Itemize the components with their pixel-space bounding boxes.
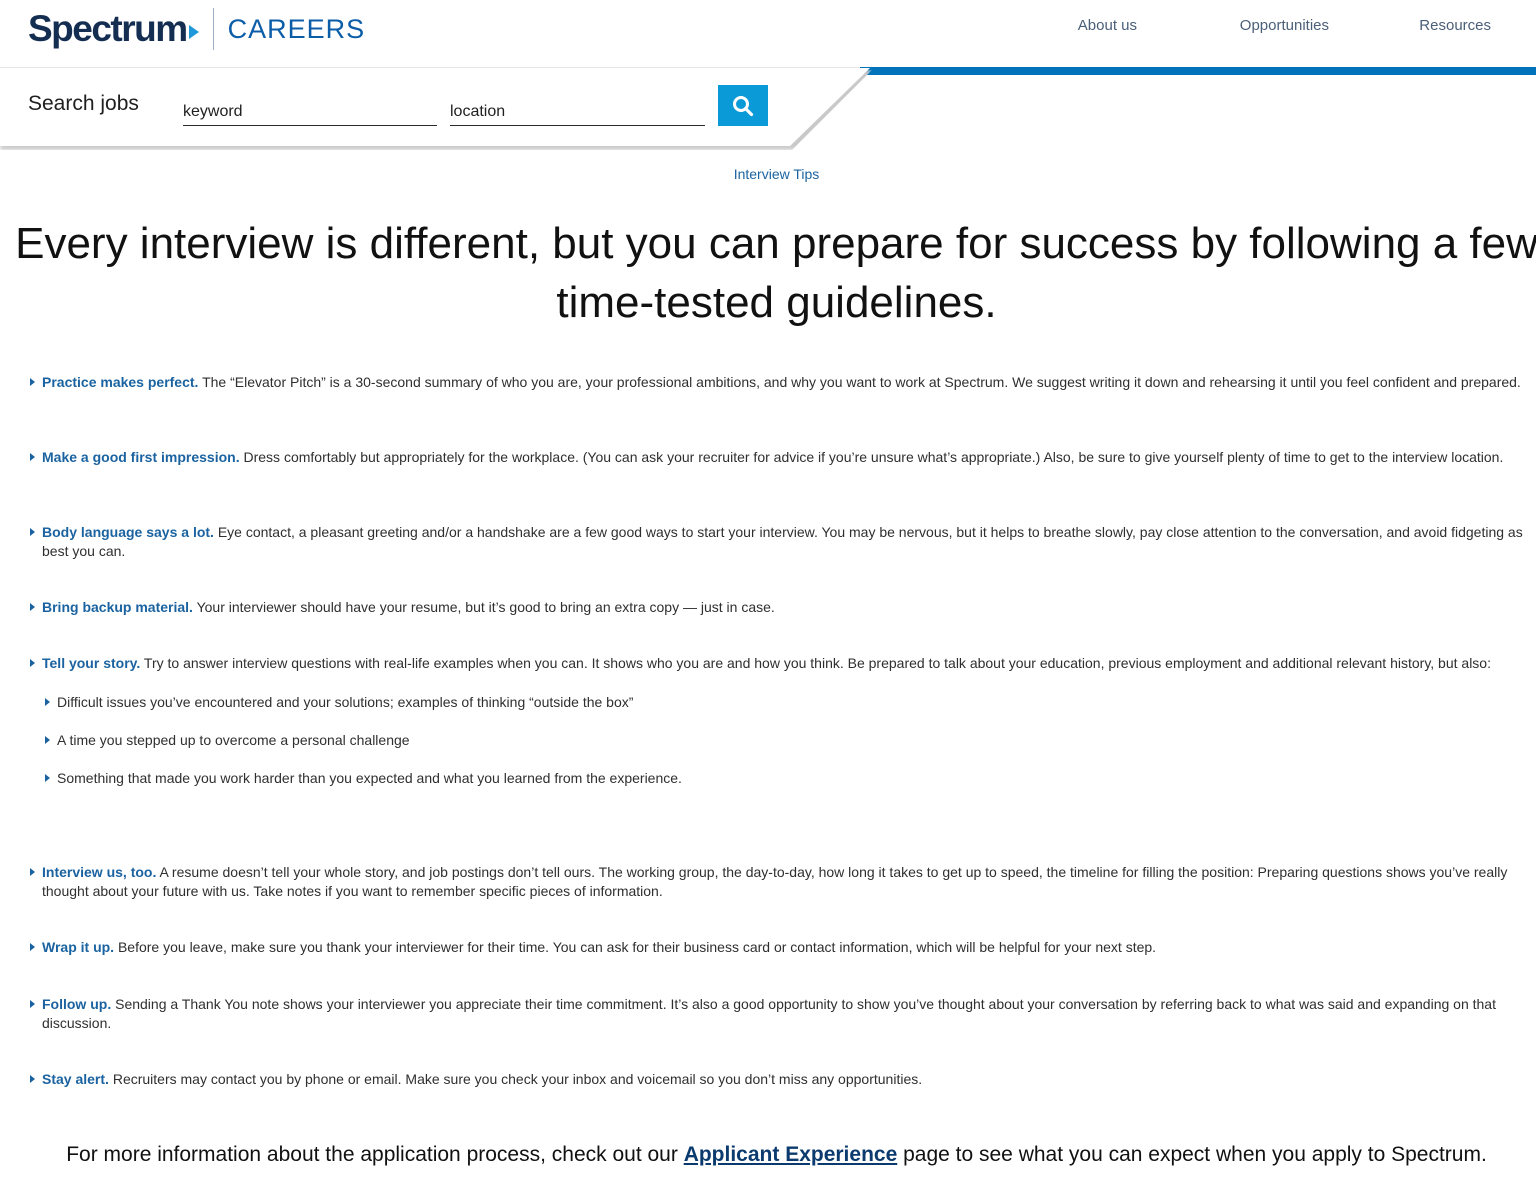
tip-lead: Bring backup material. — [42, 599, 193, 615]
tip-lead: Body language says a lot. — [42, 524, 214, 540]
tip-text: Your interviewer should have your resume… — [192, 599, 775, 615]
tip-item: Practice makes perfect. The “Elevator Pi… — [28, 373, 1528, 392]
bullet-arrow-icon — [30, 1075, 35, 1083]
tip-item: Interview us, too. A resume doesn’t tell… — [28, 863, 1528, 900]
tip-text: The “Elevator Pitch” is a 30-second summ… — [198, 374, 1521, 390]
bullet-arrow-icon — [30, 868, 35, 876]
applicant-experience-note: For more information about the applicati… — [50, 1141, 1503, 1169]
tip-text: A resume doesn’t tell your whole story, … — [42, 864, 1508, 899]
tip-lead: Make a good first impression. — [42, 449, 240, 465]
logo-arrow-icon — [188, 25, 199, 39]
tip-item: Wrap it up. Before you leave, make sure … — [28, 938, 1528, 957]
tip-lead: Tell your story. — [42, 655, 141, 671]
breadcrumb-interview-tips[interactable]: Interview Tips — [734, 166, 820, 182]
tip-lead: Practice makes perfect. — [42, 374, 199, 390]
tip-lead: Follow up. — [42, 996, 112, 1012]
tip-item: Tell your story. Try to answer interview… — [28, 654, 1528, 673]
search-jobs-label: Search jobs — [28, 92, 139, 115]
footer-text-after: page to see what you can expect when you… — [897, 1143, 1487, 1166]
nav-about-us[interactable]: About us — [1078, 17, 1137, 34]
tip-text: Eye contact, a pleasant greeting and/or … — [42, 524, 1523, 559]
accent-strip — [860, 67, 1536, 75]
site-header: Spectrum CAREERS About us Opportunities … — [0, 0, 1536, 68]
applicant-experience-link[interactable]: Applicant Experience — [684, 1143, 898, 1166]
bullet-arrow-icon — [30, 528, 35, 536]
bullet-arrow-icon — [30, 1000, 35, 1008]
search-band: Search jobs — [0, 68, 870, 146]
subitem-text: A time you stepped up to overcome a pers… — [57, 732, 410, 748]
tip-item: Bring backup material. Your interviewer … — [28, 598, 1528, 617]
footer-text-before: For more information about the applicati… — [66, 1143, 684, 1166]
subitem-text: Difficult issues you’ve encountered and … — [57, 694, 634, 710]
tip-text: Dress comfortably but appropriately for … — [239, 449, 1504, 465]
bullet-arrow-icon — [30, 603, 35, 611]
spectrum-careers-logo[interactable]: Spectrum CAREERS — [28, 8, 365, 50]
tip-subitem: Something that made you work harder than… — [42, 769, 682, 788]
bullet-arrow-icon — [30, 378, 35, 386]
tip-subitem: A time you stepped up to overcome a pers… — [42, 731, 410, 750]
tip-text: Recruiters may contact you by phone or e… — [108, 1071, 923, 1087]
logo-divider — [212, 8, 214, 50]
bullet-arrow-icon — [45, 774, 50, 782]
breadcrumb: Interview Tips — [0, 166, 1536, 182]
tip-item: Make a good first impression. Dress comf… — [28, 448, 1528, 467]
keyword-input[interactable] — [183, 98, 437, 126]
subitem-text: Something that made you work harder than… — [57, 770, 682, 786]
bullet-arrow-icon — [30, 453, 35, 461]
search-button[interactable] — [718, 85, 768, 126]
page-headline: Every interview is different, but you ca… — [15, 219, 1536, 327]
location-input[interactable] — [450, 98, 705, 126]
tip-lead: Stay alert. — [42, 1071, 109, 1087]
nav-resources[interactable]: Resources — [1419, 17, 1491, 34]
tip-text: Try to answer interview questions with r… — [140, 655, 1491, 671]
tip-lead: Wrap it up. — [42, 939, 115, 955]
tip-text: Sending a Thank You note shows your inte… — [42, 996, 1496, 1031]
logo-section-label: CAREERS — [227, 13, 366, 44]
bullet-arrow-icon — [45, 698, 50, 706]
tip-subitem: Difficult issues you’ve encountered and … — [42, 693, 633, 712]
bullet-arrow-icon — [30, 943, 35, 951]
tip-item: Body language says a lot. Eye contact, a… — [28, 523, 1528, 560]
bullet-arrow-icon — [45, 736, 50, 744]
search-icon — [733, 95, 754, 116]
nav-opportunities[interactable]: Opportunities — [1240, 17, 1329, 34]
bullet-arrow-icon — [30, 659, 35, 667]
tip-item: Stay alert. Recruiters may contact you b… — [28, 1070, 1528, 1089]
logo-wordmark: Spectrum — [28, 8, 188, 49]
tip-item: Follow up. Sending a Thank You note show… — [28, 995, 1528, 1032]
tip-text: Before you leave, make sure you thank yo… — [114, 939, 1157, 955]
tip-lead: Interview us, too. — [42, 864, 157, 880]
